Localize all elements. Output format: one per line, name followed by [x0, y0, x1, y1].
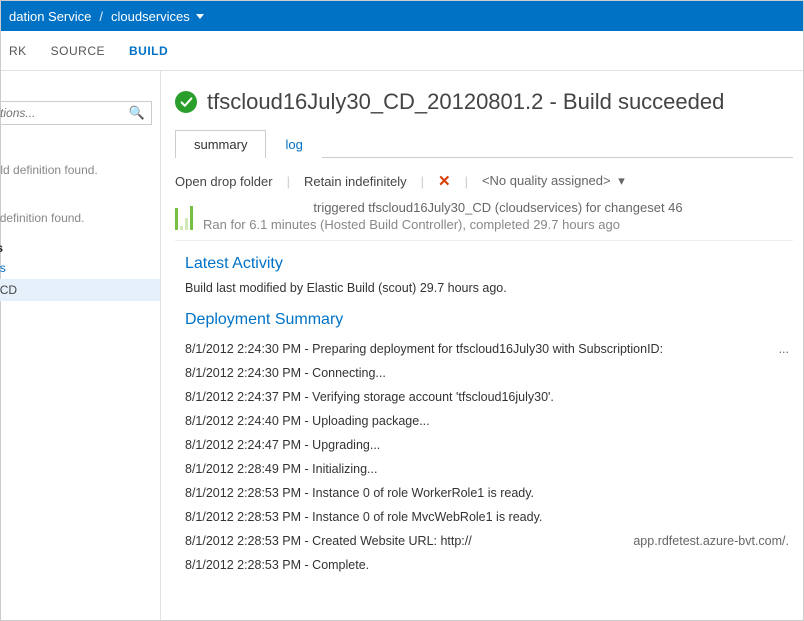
- quality-label: <No quality assigned>: [482, 173, 611, 188]
- search-input[interactable]: [0, 106, 129, 120]
- deployment-trail: ...: [779, 342, 793, 356]
- latest-activity-title: Latest Activity: [185, 255, 793, 273]
- sidebar: 🔍 es te build definition found. rites bu…: [1, 71, 161, 620]
- trigger-line-1: triggered tfscloud16July30_CD (cloudserv…: [203, 200, 793, 215]
- sidebar-msg-2: build definition found.: [0, 209, 160, 235]
- deployment-summary-title: Deployment Summary: [185, 311, 793, 329]
- chevron-down-icon: ▾: [618, 173, 625, 188]
- breadcrumb-sep: /: [99, 9, 103, 24]
- sidebar-group-3: itions: [0, 235, 160, 257]
- service-name: dation Service: [9, 9, 91, 24]
- retain-indefinitely[interactable]: Retain indefinitely: [304, 174, 407, 189]
- deployment-list: 8/1/2012 2:24:30 PM - Preparing deployme…: [175, 337, 793, 577]
- build-trigger-summary: triggered tfscloud16July30_CD (cloudserv…: [175, 200, 793, 241]
- deployment-text: 8/1/2012 2:28:53 PM - Created Website UR…: [185, 534, 472, 548]
- deployment-row: 8/1/2012 2:28:53 PM - Instance 0 of role…: [175, 505, 793, 529]
- deployment-text: 8/1/2012 2:24:40 PM - Uploading package.…: [185, 414, 430, 428]
- deployment-row: 8/1/2012 2:24:47 PM - Upgrading...: [175, 433, 793, 457]
- trigger-line-2: Ran for 6.1 minutes (Hosted Build Contro…: [203, 217, 793, 232]
- build-toolbar: Open drop folder | Retain indefinitely |…: [175, 166, 793, 200]
- main-panel: tfscloud16July30_CD_20120801.2 - Build s…: [161, 71, 803, 620]
- search-icon: 🔍: [129, 105, 145, 121]
- nav-work[interactable]: RK: [9, 44, 27, 58]
- search-definitions[interactable]: 🔍: [0, 101, 152, 125]
- toolbar-sep: |: [465, 174, 468, 189]
- deployment-row: 8/1/2012 2:24:37 PM - Verifying storage …: [175, 385, 793, 409]
- open-drop-folder[interactable]: Open drop folder: [175, 174, 273, 189]
- deployment-text: 8/1/2012 2:24:30 PM - Connecting...: [185, 366, 386, 380]
- deployment-text: 8/1/2012 2:24:37 PM - Verifying storage …: [185, 390, 554, 404]
- sidebar-msg-1: te build definition found.: [0, 161, 160, 187]
- quality-dropdown[interactable]: <No quality assigned> ▾: [482, 173, 625, 189]
- project-name: cloudservices: [111, 9, 190, 24]
- deployment-row: 8/1/2012 2:28:53 PM - Instance 0 of role…: [175, 481, 793, 505]
- tabs: summary log: [175, 129, 793, 158]
- chevron-down-icon: [196, 14, 204, 19]
- project-dropdown[interactable]: cloudservices: [111, 9, 204, 24]
- deployment-text: 8/1/2012 2:24:47 PM - Upgrading...: [185, 438, 380, 452]
- deployment-trail: app.rdfetest.azure-bvt.com/.: [633, 534, 793, 548]
- tab-log[interactable]: log: [266, 130, 321, 158]
- delete-icon[interactable]: ✕: [438, 172, 451, 190]
- deployment-row: 8/1/2012 2:24:30 PM - Connecting...: [175, 361, 793, 385]
- sparkline-icon: [175, 200, 193, 230]
- latest-activity-body: Build last modified by Elastic Build (sc…: [185, 281, 793, 295]
- success-icon: [175, 91, 197, 113]
- sidebar-selected-definition[interactable]: ly30_CD: [0, 279, 160, 301]
- nav-source[interactable]: SOURCE: [51, 44, 105, 58]
- build-title: tfscloud16July30_CD_20120801.2 - Build s…: [207, 89, 724, 115]
- deployment-row: 8/1/2012 2:28:49 PM - Initializing...: [175, 457, 793, 481]
- sidebar-group-2: rites: [0, 187, 160, 209]
- deployment-text: 8/1/2012 2:28:53 PM - Instance 0 of role…: [185, 486, 534, 500]
- sidebar-group-1: es: [0, 139, 160, 161]
- deployment-row: 8/1/2012 2:24:40 PM - Uploading package.…: [175, 409, 793, 433]
- deployment-row: 8/1/2012 2:28:53 PM - Complete.: [175, 553, 793, 577]
- deployment-row: 8/1/2012 2:28:53 PM - Created Website UR…: [175, 529, 793, 553]
- deployment-row: 8/1/2012 2:24:30 PM - Preparing deployme…: [175, 337, 793, 361]
- nav-build[interactable]: BUILD: [129, 44, 168, 58]
- nav-bar: RK SOURCE BUILD: [1, 31, 803, 71]
- top-bar: dation Service / cloudservices: [1, 1, 803, 31]
- deployment-text: 8/1/2012 2:24:30 PM - Preparing deployme…: [185, 342, 663, 356]
- sidebar-link-definitions[interactable]: nitions: [0, 257, 160, 279]
- deployment-text: 8/1/2012 2:28:49 PM - Initializing...: [185, 462, 377, 476]
- deployment-text: 8/1/2012 2:28:53 PM - Instance 0 of role…: [185, 510, 542, 524]
- toolbar-sep: |: [287, 174, 290, 189]
- deployment-text: 8/1/2012 2:28:53 PM - Complete.: [185, 558, 369, 572]
- toolbar-sep: |: [421, 174, 424, 189]
- tab-summary[interactable]: summary: [175, 130, 266, 158]
